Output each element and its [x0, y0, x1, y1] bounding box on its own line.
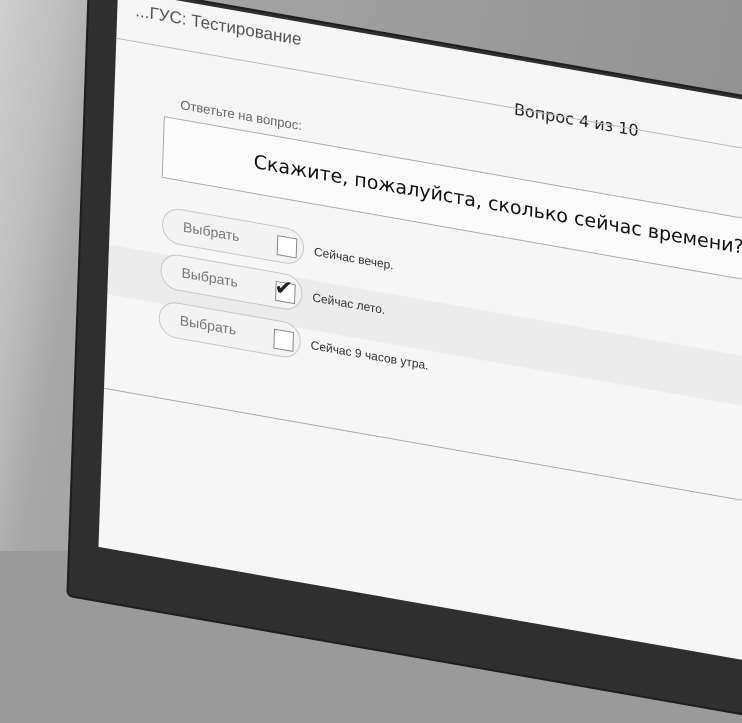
answer-checkbox[interactable]: ✔ — [274, 274, 296, 305]
question-counter: Вопрос 4 из 10 — [513, 99, 639, 141]
select-button-label: Выбрать — [179, 312, 237, 338]
select-button-label: Выбрать — [181, 264, 239, 291]
answer-checkbox[interactable] — [273, 328, 295, 352]
question-text: Скажите, пожалуйста, сколько сейчас врем… — [253, 150, 742, 259]
answer-option: Выбрать Сейчас 9 часов утра. — [158, 299, 429, 373]
select-button-label: Выбрать — [182, 218, 240, 245]
test-page: ...ГУС: Тестирование Вопрос 4 из 10 Отве… — [98, 0, 742, 663]
app-title: ...ГУС: Тестирование — [135, 1, 302, 50]
answer-text: Сейчас вечер. — [313, 244, 394, 273]
monitor: ...ГУС: Тестирование Вопрос 4 из 10 Отве… — [0, 0, 742, 723]
question-box: Скажите, пожалуйста, сколько сейчас врем… — [161, 116, 742, 284]
answer-checkbox[interactable] — [276, 235, 298, 259]
screen: ...ГУС: Тестирование Вопрос 4 из 10 Отве… — [98, 0, 742, 663]
answer-option: Выбрать Сейчас вечер. — [161, 205, 394, 272]
footer-divider — [104, 387, 742, 505]
check-icon: ✔ — [274, 273, 294, 302]
